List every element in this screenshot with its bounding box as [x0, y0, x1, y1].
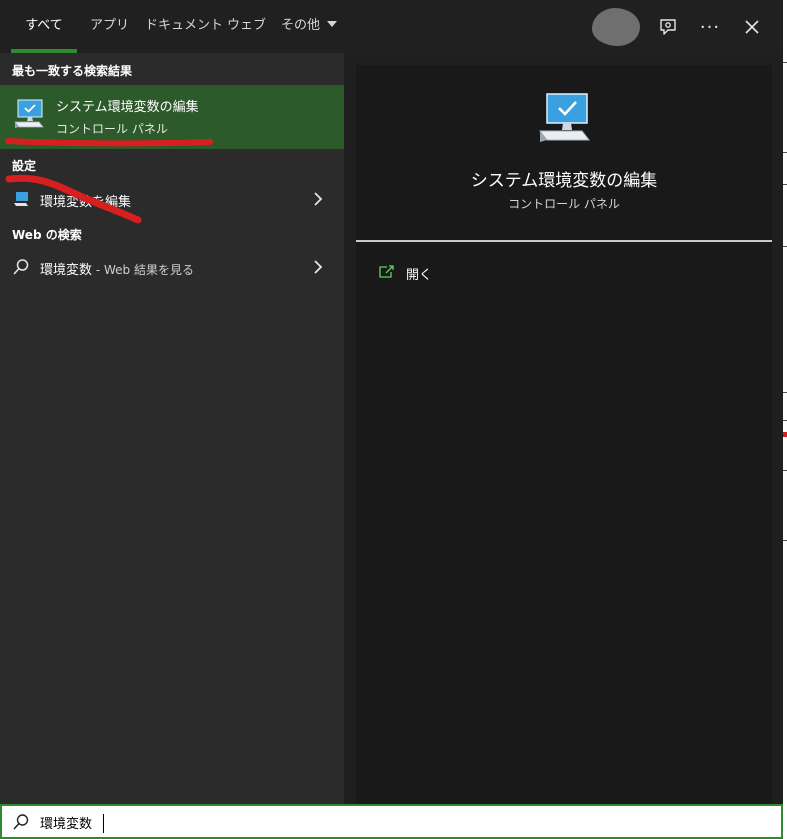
preview-subtitle: コントロール パネル — [508, 197, 620, 211]
tab-web[interactable]: ウェブ — [227, 0, 266, 53]
tab-more[interactable]: その他 — [281, 0, 338, 53]
result-preview-pane: システム環境変数の編集 コントロール パネル 開く — [356, 65, 772, 804]
best-match-header: 最も一致する検索結果 — [12, 64, 133, 78]
web-search-query: 環境変数 — [40, 263, 93, 278]
tab-all[interactable]: すべて — [11, 0, 77, 53]
system-computer-icon — [536, 90, 594, 150]
chevron-right-icon[interactable] — [312, 191, 324, 211]
open-icon — [378, 264, 394, 283]
web-search-item[interactable]: 環境変数 - Web 結果を見る — [0, 250, 344, 284]
search-icon — [12, 258, 30, 280]
tab-apps[interactable]: アプリ — [90, 0, 129, 53]
chevron-down-icon — [327, 21, 338, 27]
more-icon[interactable]: ··· — [696, 13, 724, 41]
results-list: 最も一致する検索結果 システム環境変数の編集 コントロール パネル 設定 環境変… — [0, 53, 344, 804]
settings-item-label: 環境変数を編集 — [40, 195, 132, 210]
chevron-right-icon[interactable] — [312, 259, 324, 279]
preview-title: システム環境変数の編集 — [470, 171, 658, 191]
tab-more-label: その他 — [281, 18, 321, 33]
settings-item-edit-env[interactable]: 環境変数を編集 — [0, 182, 344, 216]
settings-computer-icon — [12, 190, 30, 212]
search-input[interactable] — [40, 811, 340, 833]
search-bar[interactable] — [0, 804, 783, 839]
text-caret — [103, 814, 104, 833]
best-match-item[interactable]: システム環境変数の編集 コントロール パネル — [0, 85, 344, 149]
avatar[interactable] — [592, 8, 640, 46]
system-computer-icon — [12, 97, 46, 135]
search-tabs-bar: すべて アプリ ドキュメント ウェブ その他 ··· — [0, 0, 783, 53]
web-search-suffix: - Web 結果を見る — [92, 263, 194, 277]
open-action-label: 開く — [406, 267, 433, 283]
search-icon — [12, 813, 30, 835]
feedback-icon[interactable] — [654, 13, 682, 41]
web-search-label: 環境変数 - Web 結果を見る — [40, 259, 194, 278]
close-icon[interactable] — [738, 13, 766, 41]
background-window-edge — [783, 0, 787, 839]
best-match-title: システム環境変数の編集 — [56, 100, 199, 115]
open-action[interactable]: 開く — [378, 261, 432, 285]
screen-root: すべて アプリ ドキュメント ウェブ その他 ··· 最も一致する検索結果 シス… — [0, 0, 787, 839]
settings-header: 設定 — [12, 159, 37, 173]
web-search-header: Web の検索 — [12, 228, 82, 242]
search-panel: すべて アプリ ドキュメント ウェブ その他 ··· 最も一致する検索結果 シス… — [0, 0, 783, 804]
preview-divider — [356, 240, 772, 242]
tab-documents[interactable]: ドキュメント — [145, 0, 223, 53]
best-match-subtitle: コントロール パネル — [56, 122, 168, 136]
